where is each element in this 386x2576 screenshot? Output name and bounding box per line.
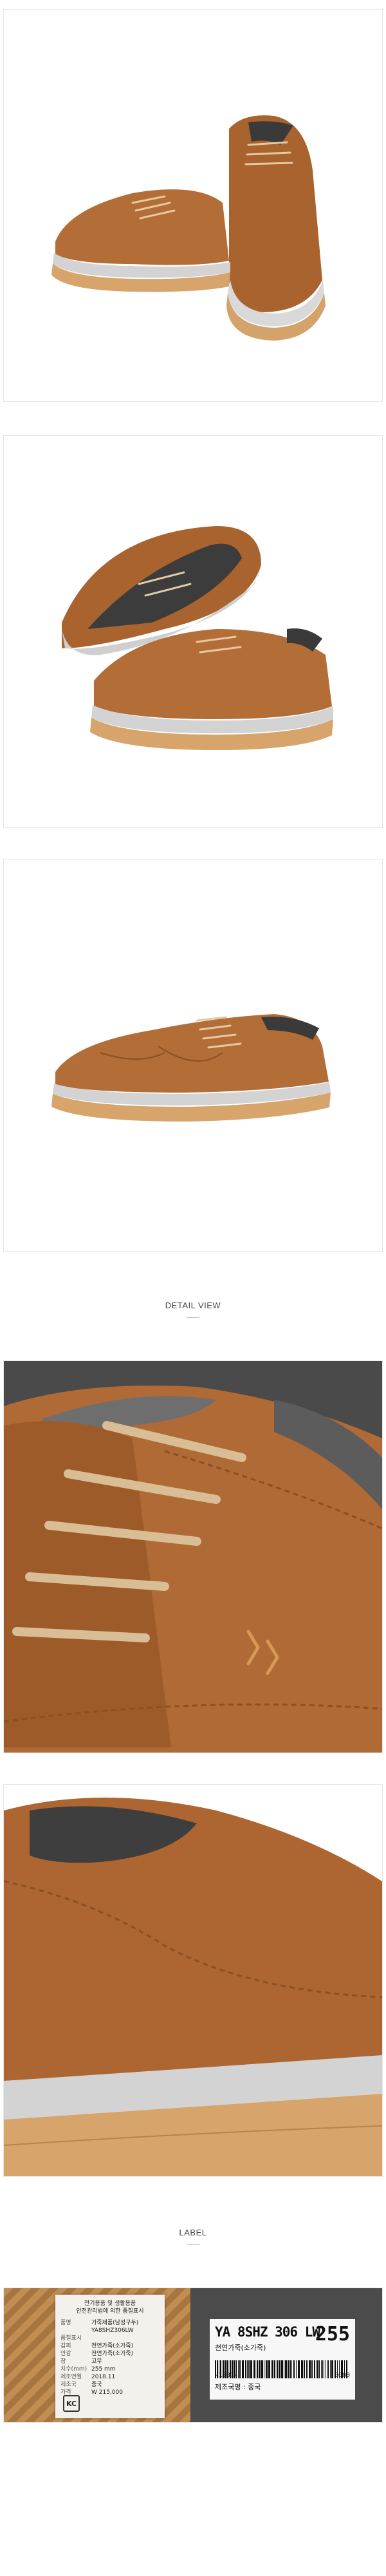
quality-label-card: 전기용품 및 생활용품 안전관리법에 의한 품질표시 품명 가죽제품(남성구두) Y…	[55, 2295, 165, 2418]
label-row-value: YA8SHZ306LW	[91, 2327, 134, 2334]
label-row: 치수(mm) 255 mm	[60, 2365, 160, 2373]
label-row-key: 제조연월	[60, 2374, 82, 2380]
label-row-key: 품명	[60, 2320, 71, 2326]
product-photo-3	[3, 859, 383, 1252]
label-row-value: 255 mm	[91, 2366, 116, 2373]
label-row-key: 갑피	[60, 2343, 71, 2349]
label-row: 창 고무	[60, 2358, 160, 2365]
label-row-value: 천연가죽(소가죽)	[91, 2351, 133, 2357]
label-row: 품질표시	[60, 2335, 160, 2342]
label-divider	[187, 2244, 199, 2245]
label-row: 제조국 중국	[60, 2381, 160, 2389]
label-row: 안감 천연가죽(소가죽)	[60, 2350, 160, 2358]
detail-view-divider	[187, 1317, 199, 1318]
label-row-value: 가죽제품(남성구두)	[91, 2320, 139, 2326]
sticker-size: 255	[315, 2323, 350, 2346]
label-row-value: 2018.11	[91, 2374, 116, 2380]
product-photo-1	[3, 9, 383, 402]
detail-view-title: DETAIL VIEW	[165, 1301, 221, 1310]
label-row: 제조연월 2018.11	[60, 2373, 160, 2381]
label-header-line1: 전기용품 및 생활용품	[84, 2300, 136, 2307]
label-row-value: 천연가죽(소가죽)	[91, 2343, 133, 2349]
label-row-value	[91, 2335, 160, 2342]
label-row-key: 창	[60, 2358, 66, 2365]
label-row: 갑피 천연가죽(소가죽)	[60, 2342, 160, 2350]
label-row-value: W 215,000	[91, 2389, 123, 2396]
sticker-origin: 제조국명 : 중국	[215, 2383, 261, 2391]
label-row: YA8SHZ306LW	[60, 2327, 160, 2335]
kc-mark-icon: KC	[63, 2395, 80, 2412]
label-header-line2: 안전관리법에 의한 품질표시	[76, 2308, 144, 2315]
label-row: 품명 가죽제품(남성구두)	[60, 2319, 160, 2327]
size-sticker: YA 8SHZ 306 LW 255 천연가죽(소가죽) -1801- 0000…	[210, 2319, 355, 2400]
barcode-icon	[215, 2360, 347, 2378]
label-row-value: 중국	[91, 2382, 102, 2388]
label-row-value: 고무	[91, 2358, 102, 2365]
label-row-key	[60, 2327, 91, 2335]
product-photo-2	[3, 435, 383, 828]
label-row-key: 제조국	[60, 2382, 77, 2388]
detail-photo-2	[3, 1784, 383, 2177]
label-row-key: 품질표시	[60, 2335, 82, 2342]
label-title: LABEL	[179, 2228, 207, 2237]
label-row-key: 치수(mm)	[60, 2366, 87, 2373]
detail-photo-1	[3, 1360, 383, 1753]
label-row-key: 안감	[60, 2351, 71, 2357]
label-photo: 전기용품 및 생활용품 안전관리법에 의한 품질표시 품명 가죽제품(남성구두) Y…	[3, 2288, 383, 2423]
